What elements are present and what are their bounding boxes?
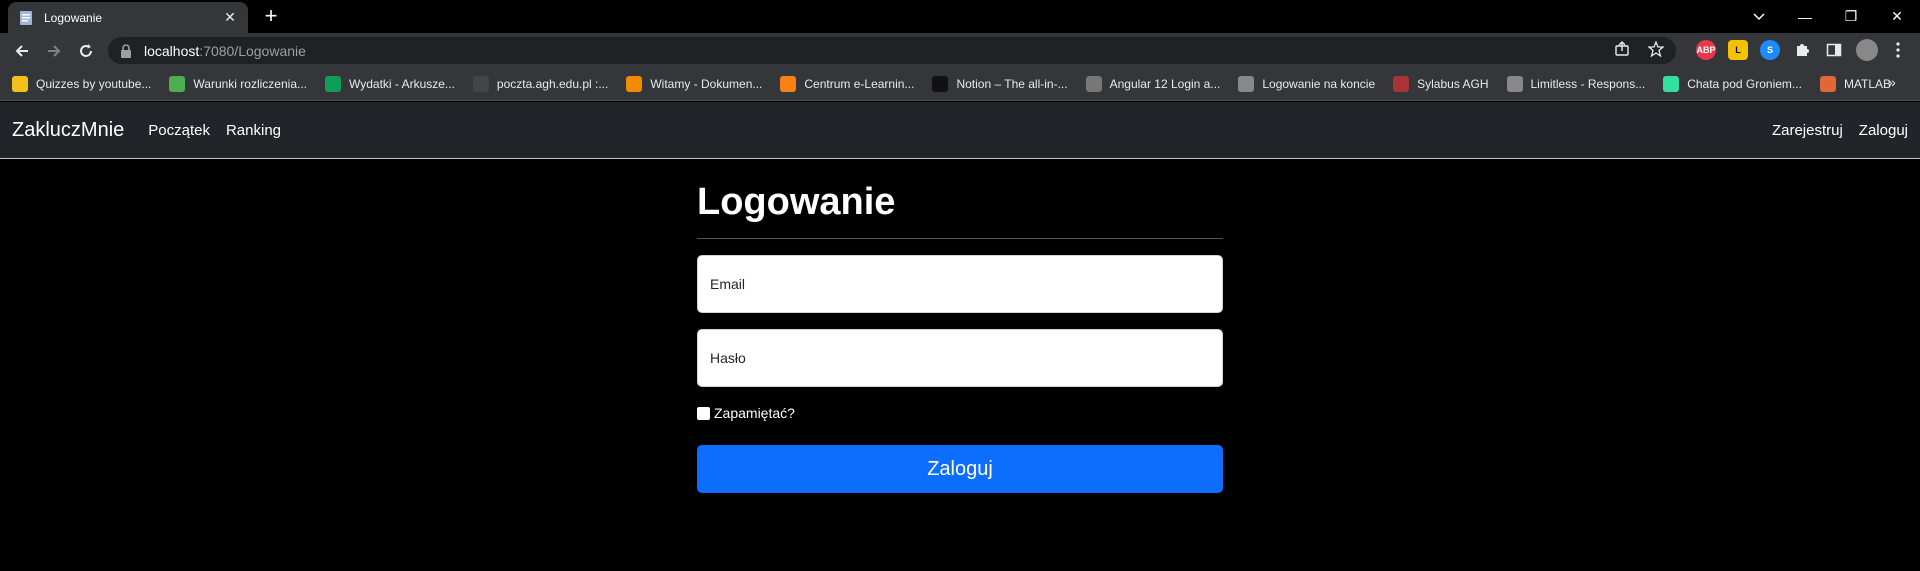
share-icon[interactable]: [1614, 41, 1630, 60]
bookmark-item[interactable]: Warunki rozliczenia...: [169, 76, 307, 92]
bookmark-item[interactable]: MATLAB: [1819, 76, 1892, 92]
address-bar[interactable]: localhost:7080/Logowanie: [108, 37, 1676, 64]
remember-checkbox[interactable]: [697, 406, 710, 420]
bookmark-item[interactable]: Witamy - Dokumen...: [626, 76, 762, 92]
restore-button[interactable]: ❐: [1828, 0, 1874, 33]
bookmark-item[interactable]: poczta.agh.edu.pl :...: [472, 76, 609, 92]
bookmark-item[interactable]: Quizzes by youtube...: [12, 76, 151, 92]
back-arrow-icon[interactable]: [8, 37, 36, 65]
quiz-icon: [12, 76, 28, 92]
tripadvisor-icon: [1663, 76, 1680, 92]
bookmark-label: Warunki rozliczenia...: [193, 77, 307, 91]
window-close-button[interactable]: ✕: [1874, 0, 1920, 33]
bookmark-item[interactable]: Angular 12 Login a...: [1085, 76, 1221, 92]
notion-icon: [932, 76, 949, 92]
u-icon: [626, 76, 643, 92]
agh-icon: [1393, 76, 1410, 92]
extension-l-icon[interactable]: L: [1728, 40, 1748, 60]
bookmark-label: Witamy - Dokumen...: [650, 77, 763, 91]
bookmark-item[interactable]: Sylabus AGH: [1393, 76, 1489, 92]
nav-link-login[interactable]: Zaloguj: [1859, 122, 1908, 139]
bookmarks-overflow-icon[interactable]: »: [1888, 74, 1896, 90]
bookmark-label: Limitless - Respons...: [1530, 77, 1646, 91]
side-panel-icon[interactable]: [1824, 40, 1844, 60]
bookmark-label: Centrum e-Learnin...: [804, 77, 915, 91]
bookmark-label: Sylabus AGH: [1417, 77, 1489, 91]
tab-search-icon[interactable]: [1736, 0, 1782, 33]
bookmark-label: Logowanie na koncie: [1262, 77, 1376, 91]
reload-icon[interactable]: [72, 37, 100, 65]
bookmark-star-icon[interactable]: [1647, 40, 1665, 60]
bookmark-item[interactable]: Limitless - Respons...: [1506, 76, 1646, 92]
url-host: localhost: [144, 42, 200, 59]
remember-label: Zapamiętać?: [714, 405, 795, 421]
remember-me: Zapamiętać?: [697, 405, 1223, 421]
bookmark-label: Wydatki - Arkusze...: [349, 77, 455, 91]
bookmark-item[interactable]: Notion – The all-in-...: [932, 76, 1068, 92]
email-field[interactable]: [710, 276, 1222, 292]
bookmark-label: Notion – The all-in-...: [956, 77, 1068, 91]
new-tab-button[interactable]: +: [260, 5, 282, 28]
tab-title: Logowanie: [44, 10, 103, 25]
page-title: Logowanie: [697, 181, 896, 223]
forward-arrow-icon[interactable]: [40, 37, 68, 65]
nav-link-register[interactable]: Zarejestruj: [1772, 122, 1843, 139]
bookmark-label: Angular 12 Login a...: [1109, 77, 1221, 91]
minimize-button[interactable]: —: [1782, 0, 1828, 33]
page-favicon-icon: [18, 10, 34, 26]
moodle-icon: [780, 76, 797, 92]
nav-link-ranking[interactable]: Ranking: [226, 122, 281, 139]
bookmark-label: Quizzes by youtube...: [36, 77, 152, 91]
menu-kebab-icon[interactable]: [1888, 40, 1908, 60]
bookmark-item[interactable]: Chata pod Groniem...: [1663, 76, 1802, 92]
bookmark-item[interactable]: Wydatki - Arkusze...: [325, 76, 455, 92]
bookmark-item[interactable]: Logowanie na koncie: [1238, 76, 1375, 92]
mail-icon: [472, 76, 489, 92]
divider: [697, 238, 1223, 239]
page-icon: [1085, 76, 1102, 92]
globe-icon: [1506, 76, 1523, 92]
adblock-plus-icon[interactable]: ABP: [1696, 40, 1716, 60]
profile-avatar[interactable]: [1856, 39, 1878, 61]
bookmark-label: poczta.agh.edu.pl :...: [496, 77, 609, 91]
active-tab[interactable]: Logowanie ✕: [8, 2, 248, 33]
bookmark-label: Chata pod Groniem...: [1687, 77, 1802, 91]
browser-toolbar: localhost:7080/Logowanie ABP L S: [0, 33, 1920, 68]
lock-icon: [120, 43, 134, 58]
bookmark-item[interactable]: Centrum e-Learnin...: [780, 76, 914, 92]
bookmarks-bar: Quizzes by youtube... Warunki rozliczenia…: [0, 68, 1920, 101]
url-path: :7080/Logowanie: [199, 42, 306, 59]
email-field-wrapper: [697, 255, 1223, 313]
site-navbar: ZakluczMnie Początek Ranking Zarejestruj…: [0, 102, 1920, 159]
login-form: Logowanie Zapamiętać? Zaloguj: [697, 160, 1223, 493]
login-button[interactable]: Zaloguj: [697, 445, 1223, 493]
shazam-icon[interactable]: S: [1760, 40, 1780, 60]
password-field-wrapper: [697, 329, 1223, 387]
bookmark-label: MATLAB: [1843, 77, 1892, 91]
nav-link-poczatek[interactable]: Początek: [148, 122, 210, 139]
extensions-puzzle-icon[interactable]: [1792, 40, 1812, 60]
site-brand[interactable]: ZakluczMnie: [12, 119, 124, 142]
password-field[interactable]: [710, 350, 1222, 366]
matlab-icon: [1819, 76, 1836, 92]
globe-icon: [1238, 76, 1255, 92]
sheets-icon: [325, 76, 341, 92]
tab-close-icon[interactable]: ✕: [222, 9, 238, 26]
e-icon: [169, 76, 186, 92]
tab-strip: Logowanie ✕ + — ❐ ✕: [0, 0, 1920, 33]
